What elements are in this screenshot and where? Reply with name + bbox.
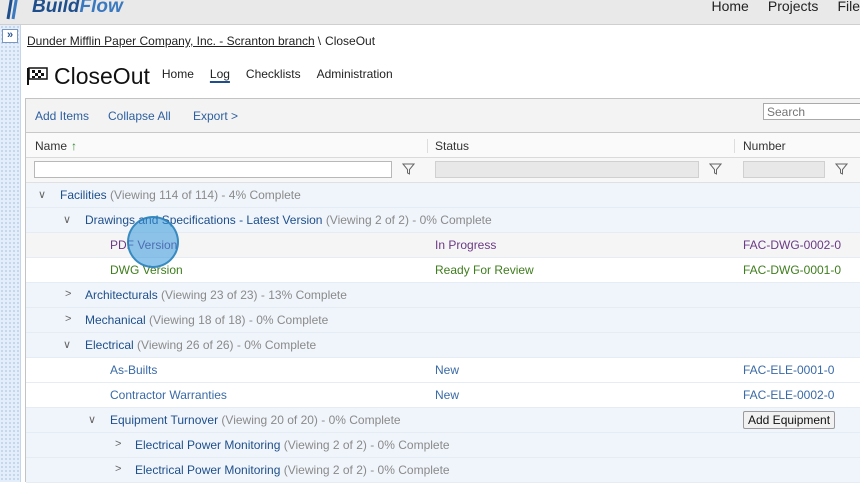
group-label[interactable]: Drawings and Specifications - Latest Ver… [85,213,492,227]
table-row[interactable]: PDF Version In Progress FAC-DWG-0002-0 [26,233,860,258]
left-rail: » [0,25,21,482]
column-header-name[interactable]: Name↑ [35,139,77,153]
name-filter-input[interactable] [34,161,392,178]
group-label[interactable]: Electrical (Viewing 26 of 26) - 0% Compl… [85,338,316,352]
chevron-down-icon[interactable]: ∨ [63,338,73,350]
funnel-icon[interactable] [402,162,415,176]
table-row[interactable]: Contractor Warranties New FAC-ELE-0002-0 [26,383,860,408]
chevron-right-icon[interactable]: > [65,313,75,325]
module-header: CloseOut Home Log Checklists Administrat… [26,61,393,91]
chevron-down-icon[interactable]: ∨ [38,188,48,200]
item-name-link[interactable]: As-Builts [110,363,157,377]
status-cell: Ready For Review [435,263,534,277]
column-header-number[interactable]: Number [743,139,786,153]
breadcrumb-parent-link[interactable]: Dunder Mifflin Paper Company, Inc. - Scr… [27,34,315,48]
tab-administration[interactable]: Administration [317,67,393,81]
brand-name: BuildFlow [32,0,123,18]
tab-log[interactable]: Log [210,67,230,81]
tab-home[interactable]: Home [162,67,194,81]
group-row-electrical-power-monitoring[interactable]: > Electrical Power Monitoring (Viewing 2… [26,433,860,458]
chevron-down-icon[interactable]: ∨ [63,213,73,225]
top-nav-file[interactable]: File [837,0,860,14]
status-cell: New [435,363,459,377]
group-label[interactable]: Mechanical (Viewing 18 of 18) - 0% Compl… [85,313,328,327]
export-button[interactable]: Export > [193,109,238,123]
chevron-right-icon[interactable]: > [115,463,125,475]
group-label[interactable]: Electrical Power Monitoring (Viewing 2 o… [135,438,450,452]
breadcrumb: Dunder Mifflin Paper Company, Inc. - Scr… [27,34,375,48]
filter-row [26,158,860,183]
top-nav-home[interactable]: Home [712,0,749,14]
collapse-all-button[interactable]: Collapse All [108,109,171,123]
group-row-architecturals[interactable]: > Architecturals (Viewing 23 of 23) - 13… [26,283,860,308]
funnel-icon[interactable] [709,162,722,176]
column-header-status[interactable]: Status [435,139,469,153]
group-row-drawings[interactable]: ∨ Drawings and Specifications - Latest V… [26,208,860,233]
brand-logo[interactable]: BuildFlow [4,0,123,21]
status-cell: New [435,388,459,402]
grid-toolbar: Add Items Collapse All Export > [26,99,860,133]
group-row-electrical-power-monitoring[interactable]: > Electrical Power Monitoring (Viewing 2… [26,458,860,483]
closeout-grid: Add Items Collapse All Export > Name↑ St… [25,98,860,482]
funnel-icon[interactable] [835,162,848,176]
double-chevron-right-icon[interactable]: » [2,29,18,43]
status-cell: In Progress [435,238,496,252]
number-cell: FAC-ELE-0002-0 [743,388,834,402]
table-row[interactable]: DWG Version Ready For Review FAC-DWG-000… [26,258,860,283]
status-filter-input[interactable] [435,161,699,178]
add-items-button[interactable]: Add Items [35,109,89,123]
breadcrumb-separator: \ [318,34,321,48]
column-divider[interactable] [734,139,735,153]
search-input[interactable] [763,103,860,120]
group-row-facilities[interactable]: ∨ Facilities (Viewing 114 of 114) - 4% C… [26,183,860,208]
module-tabs: Home Log Checklists Administration [162,67,393,81]
tab-checklists[interactable]: Checklists [246,67,301,81]
sort-ascending-icon: ↑ [71,139,77,153]
number-cell: FAC-ELE-0001-0 [743,363,834,377]
top-bar: BuildFlow Home Projects File [0,0,860,25]
number-cell: FAC-DWG-0001-0 [743,263,841,277]
flag-icon [26,67,48,85]
top-nav: Home Projects File [712,0,860,14]
column-headers: Name↑ Status Number [26,133,860,158]
group-label[interactable]: Electrical Power Monitoring (Viewing 2 o… [135,463,450,477]
group-label[interactable]: Architecturals (Viewing 23 of 23) - 13% … [85,288,347,302]
page-title: CloseOut [54,63,150,90]
group-row-equipment-turnover[interactable]: ∨ Equipment Turnover (Viewing 20 of 20) … [26,408,860,433]
number-filter-input[interactable] [743,161,825,178]
chevron-down-icon[interactable]: ∨ [88,413,98,425]
group-row-mechanical[interactable]: > Mechanical (Viewing 18 of 18) - 0% Com… [26,308,860,333]
table-row[interactable]: As-Builts New FAC-ELE-0001-0 [26,358,860,383]
chevron-right-icon[interactable]: > [115,438,125,450]
group-label[interactable]: Equipment Turnover (Viewing 20 of 20) - … [110,413,401,427]
number-cell: FAC-DWG-0002-0 [743,238,841,252]
breadcrumb-current: CloseOut [325,34,375,48]
item-name-link[interactable]: Contractor Warranties [110,388,227,402]
add-equipment-button[interactable]: Add Equipment [743,411,835,429]
group-label[interactable]: Facilities (Viewing 114 of 114) - 4% Com… [60,188,301,202]
top-nav-projects[interactable]: Projects [768,0,819,14]
item-name-link[interactable]: PDF Version [110,238,177,252]
item-name-link[interactable]: DWG Version [110,263,183,277]
column-divider[interactable] [427,139,428,153]
logo-icon [4,0,30,21]
chevron-right-icon[interactable]: > [65,288,75,300]
group-row-electrical[interactable]: ∨ Electrical (Viewing 26 of 26) - 0% Com… [26,333,860,358]
